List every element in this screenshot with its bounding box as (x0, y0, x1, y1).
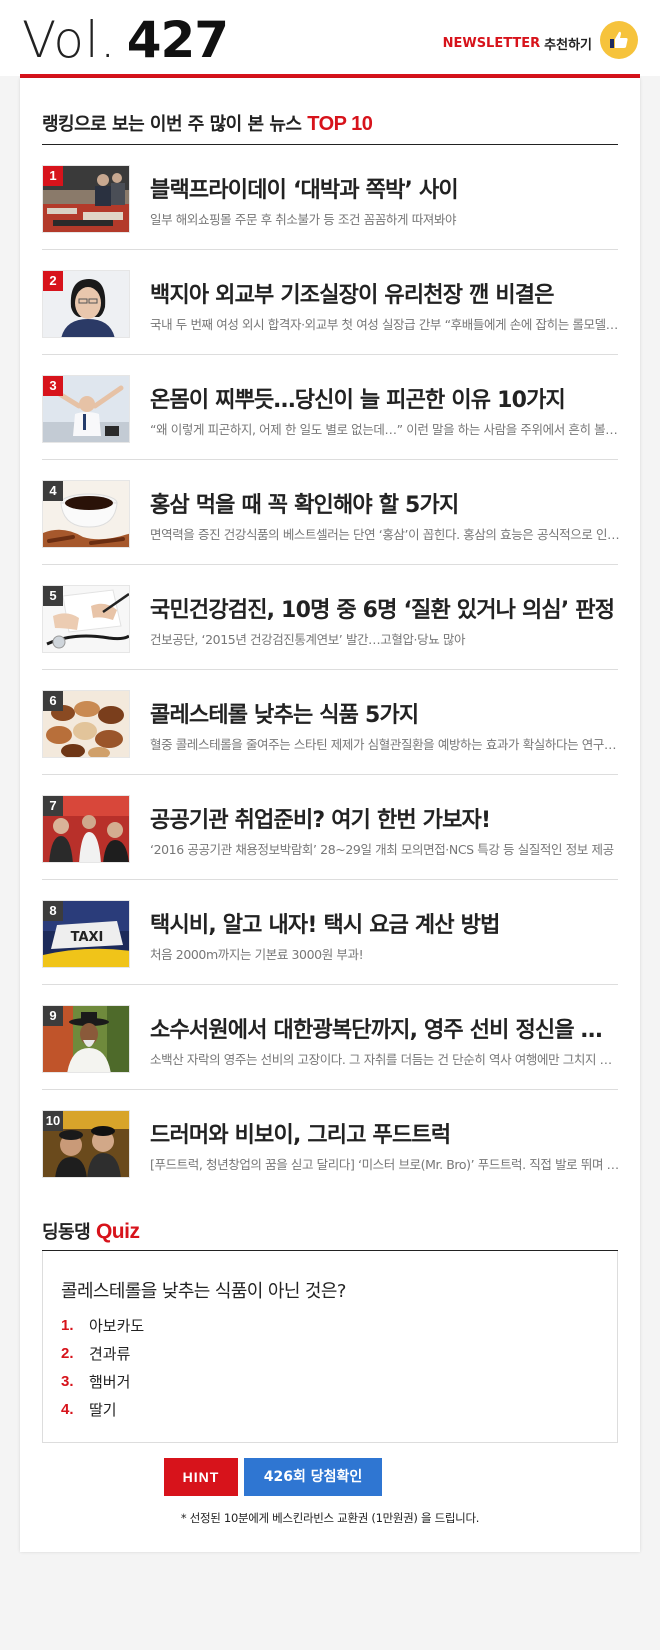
news-title[interactable]: 온몸이 찌뿌듯…당신이 늘 피곤한 이유 10가지 (150, 382, 620, 414)
svg-text:TAXI: TAXI (71, 930, 104, 945)
news-item-10[interactable]: 10 드러머와 비보이, 그리고 푸드트럭 [푸드트럭, 청년창업의 꿈을 싣고… (42, 1090, 620, 1194)
news-summary: “왜 이렇게 피곤하지, 어제 한 일도 별로 없는데…” 이런 말을 하는 사… (150, 422, 620, 437)
prize-note: * 선정된 10분에게 베스킨라빈스 교환권 (1만원권) 을 드립니다. (180, 1511, 480, 1525)
option-number: 2. (61, 1344, 74, 1362)
hint-button[interactable]: HINT (164, 1458, 238, 1496)
option-number: 4. (61, 1400, 74, 1418)
newsletter-recommend[interactable]: NEWSLETTER 추천하기 (442, 21, 638, 62)
option-text: 햄버거 (89, 1372, 131, 1391)
news-thumbnail-stretching[interactable]: 3 (42, 375, 130, 443)
rank-badge: 9 (43, 1006, 63, 1026)
top10-heading-accent: TOP 10 (307, 113, 373, 135)
option-text: 견과류 (89, 1344, 131, 1363)
quiz-options: 1. 아보카도 2. 견과류 3. 햄버거 4. 딸기 (61, 1311, 144, 1423)
news-title[interactable]: 소수서원에서 대한광복단까지, 영주 선비 정신을 찾아서 (150, 1012, 620, 1044)
rank-badge: 3 (43, 376, 63, 396)
news-summary: 면역력을 증진 건강식품의 베스트셀러는 단연 ‘홍삼’이 꼽힌다. 홍삼의 효… (150, 527, 620, 542)
rank-badge: 1 (43, 166, 63, 186)
news-item-3[interactable]: 3 온몸이 찌뿌듯…당신이 늘 피곤한 이유 10가지 “왜 이렇게 피곤하지,… (42, 355, 620, 460)
news-summary: 처음 2000m까지는 기본료 3000원 부과! (150, 947, 364, 962)
rank-badge: 7 (43, 796, 63, 816)
news-summary: 혈중 콜레스테롤을 줄여주는 스타틴 제제가 심혈관질환을 예방하는 효과가 확… (150, 737, 620, 752)
news-item-2[interactable]: 2 백지아 외교부 기조실장이 유리천장 깬 비결은 국내 두 번째 여성 외시… (42, 250, 620, 355)
top10-heading: 랭킹으로 보는 이번 주 많이 본 뉴스 TOP 10 (42, 110, 373, 136)
news-title[interactable]: 백지아 외교부 기조실장이 유리천장 깬 비결은 (150, 277, 620, 309)
newsletter-brand: NEWSLETTER (442, 35, 541, 51)
option-text: 딸기 (89, 1400, 117, 1419)
recommend-label: 추천하기 (544, 37, 592, 53)
rank-badge: 2 (43, 271, 63, 291)
news-title[interactable]: 블랙프라이데이 ‘대박과 쪽박’ 사이 (150, 172, 620, 204)
news-title[interactable]: 홍삼 먹을 때 꼭 확인해야 할 5가지 (150, 487, 620, 519)
option-number: 1. (61, 1316, 74, 1334)
quiz-heading: 딩동댕 Quiz (42, 1218, 140, 1244)
quiz-option-2[interactable]: 2. 견과류 (61, 1339, 144, 1367)
quiz-option-4[interactable]: 4. 딸기 (61, 1395, 144, 1423)
news-summary: 국내 두 번째 여성 외시 합격자·외교부 첫 여성 실장급 간부 “후배들에게… (150, 317, 620, 332)
top10-heading-prefix: 랭킹으로 보는 이번 주 많이 본 뉴스 (42, 114, 302, 135)
news-thumbnail-ginseng[interactable]: 4 (42, 480, 130, 548)
news-thumbnail-shoppers[interactable]: 1 (42, 165, 130, 233)
news-summary: [푸드트럭, 청년창업의 꿈을 싣고 달리다] ‘미스터 브로(Mr. Bro)… (150, 1157, 620, 1172)
thumbs-up-icon[interactable] (600, 21, 638, 59)
quiz-question: 콜레스테롤을 낮추는 식품이 아닌 것은? (61, 1281, 346, 1302)
volume-number: 427 (126, 11, 229, 69)
news-item-8[interactable]: 8 TAXI 택시비, 알고 내자! 택시 요금 계산 방법 처음 2000m까… (42, 880, 618, 985)
news-thumbnail-stethoscope[interactable]: 5 (42, 585, 130, 653)
news-summary: 건보공단, ‘2015년 건강검진통계연보’ 발간…고혈압·당뇨 많아 (150, 632, 466, 647)
news-item-9[interactable]: 9 소수서원에서 대한광복단까지, 영주 선비 정신을 찾아서 소백산 자락의 … (42, 985, 620, 1090)
rank-badge: 6 (43, 691, 63, 711)
news-summary: 일부 해외쇼핑몰 주문 후 취소불가 등 조건 꼼꼼하게 따져봐야 (150, 212, 457, 227)
rank-badge: 4 (43, 481, 63, 501)
news-item-6[interactable]: 6 콜레스테롤 낮추는 식품 5가지 혈중 콜레스테롤을 줄여주는 스타틴 제제… (42, 670, 620, 775)
rank-badge: 5 (43, 586, 63, 606)
news-title[interactable]: 드러머와 비보이, 그리고 푸드트럭 (150, 1117, 620, 1149)
content-card: 랭킹으로 보는 이번 주 많이 본 뉴스 TOP 10 1 블랙프라이데이 ‘대… (20, 78, 640, 1552)
news-thumbnail-taxi[interactable]: 8 TAXI (42, 900, 130, 968)
news-list: 1 블랙프라이데이 ‘대박과 쪽박’ 사이 일부 해외쇼핑몰 주문 후 취소불가… (42, 145, 620, 1194)
news-thumbnail-job-fair[interactable]: 7 (42, 795, 130, 863)
volume-prefix: Vol. (22, 11, 117, 69)
rank-badge: 8 (43, 901, 63, 921)
quiz-option-1[interactable]: 1. 아보카도 (61, 1311, 144, 1339)
quiz-option-3[interactable]: 3. 햄버거 (61, 1367, 144, 1395)
news-summary: ‘2016 공공기관 채용정보박람회’ 28~29일 개최 모의면접·NCS 특… (150, 842, 614, 857)
news-thumbnail-nuts[interactable]: 6 (42, 690, 130, 758)
option-text: 아보카도 (89, 1316, 145, 1335)
news-title[interactable]: 택시비, 알고 내자! 택시 요금 계산 방법 (150, 907, 620, 939)
news-title[interactable]: 공공기관 취업준비? 여기 한번 가보자! (150, 802, 620, 834)
quiz-heading-accent: Quiz (95, 1220, 140, 1243)
quiz-buttons: HINT 426회 당첨확인 (164, 1458, 382, 1496)
option-number: 3. (61, 1372, 74, 1390)
news-item-5[interactable]: 5 국민건강검진, 10명 중 6명 ‘질환 있거나 의심’ 판정 건보공단, … (42, 565, 618, 670)
news-thumbnail-scholar[interactable]: 9 (42, 1005, 130, 1073)
header: Vol. 427 NEWSLETTER 추천하기 (0, 0, 660, 76)
news-title[interactable]: 콜레스테롤 낮추는 식품 5가지 (150, 697, 620, 729)
news-title[interactable]: 국민건강검진, 10명 중 6명 ‘질환 있거나 의심’ 판정 (150, 592, 620, 624)
rank-badge: 10 (43, 1111, 63, 1131)
news-item-7[interactable]: 7 공공기관 취업준비? 여기 한번 가보자! ‘2016 공공기관 채용정보박… (42, 775, 618, 880)
news-item-4[interactable]: 4 홍삼 먹을 때 꼭 확인해야 할 5가지 면역력을 증진 건강식품의 베스트… (42, 460, 620, 565)
news-thumbnail-portrait[interactable]: 2 (42, 270, 130, 338)
news-item-1[interactable]: 1 블랙프라이데이 ‘대박과 쪽박’ 사이 일부 해외쇼핑몰 주문 후 취소불가… (42, 145, 618, 250)
news-summary: 소백산 자락의 영주는 선비의 고장이다. 그 자취를 더듬는 건 단순히 역사… (150, 1052, 620, 1067)
winner-check-button[interactable]: 426회 당첨확인 (244, 1458, 382, 1496)
news-thumbnail-food-truck[interactable]: 10 (42, 1110, 130, 1178)
quiz-box: 콜레스테롤을 낮추는 식품이 아닌 것은? 1. 아보카도 2. 견과류 3. … (42, 1251, 618, 1443)
quiz-heading-prefix: 딩동댕 (42, 1222, 91, 1243)
volume-title: Vol. 427 (22, 10, 229, 70)
